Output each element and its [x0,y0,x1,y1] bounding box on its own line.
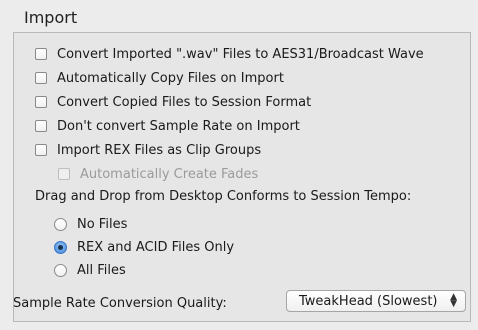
checkbox[interactable] [35,48,47,60]
radio-no-files[interactable]: No Files [54,214,127,234]
checkbox[interactable] [35,96,47,108]
radio-button[interactable] [54,217,67,231]
option-import-rex[interactable]: Import REX Files as Clip Groups [35,140,261,160]
quality-select[interactable]: TweakHead (Slowest) ▲ ▼ [286,290,466,312]
radio-button[interactable] [54,263,67,277]
drag-drop-heading: Drag and Drop from Desktop Conforms to S… [35,189,412,204]
checkbox-disabled [58,168,70,180]
option-convert-copied[interactable]: Convert Copied Files to Session Format [35,92,311,112]
option-label: Import REX Files as Clip Groups [57,142,262,158]
option-convert-wav[interactable]: Convert Imported ".wav" Files to AES31/B… [35,44,424,64]
radio-label: No Files [77,216,128,232]
radio-button[interactable] [54,240,67,254]
radio-label: REX and ACID Files Only [77,239,235,255]
option-label: Don't convert Sample Rate on Import [57,118,300,134]
radio-all-files[interactable]: All Files [54,260,126,280]
option-copy-files[interactable]: Automatically Copy Files on Import [35,68,284,88]
option-label: Automatically Create Fades [80,166,259,182]
option-label: Convert Imported ".wav" Files to AES31/B… [57,46,424,62]
option-create-fades: Automatically Create Fades [58,164,258,184]
option-dont-convert-sample-rate[interactable]: Don't convert Sample Rate on Import [35,116,300,136]
import-options-group: Convert Imported ".wav" Files to AES31/B… [13,32,471,322]
select-value: TweakHead (Slowest) [299,293,438,309]
import-preferences-panel: Import Convert Imported ".wav" Files to … [0,0,478,330]
checkbox[interactable] [35,144,47,156]
checkbox[interactable] [35,72,47,84]
section-title: Import [24,8,78,27]
checkbox[interactable] [35,120,47,132]
updown-chevron-icon: ▲ ▼ [450,292,457,309]
radio-label: All Files [77,262,126,278]
radio-rex-acid-only[interactable]: REX and ACID Files Only [54,237,234,257]
quality-label: Sample Rate Conversion Quality: [13,296,227,311]
option-label: Convert Copied Files to Session Format [57,94,312,110]
option-label: Automatically Copy Files on Import [57,70,284,86]
